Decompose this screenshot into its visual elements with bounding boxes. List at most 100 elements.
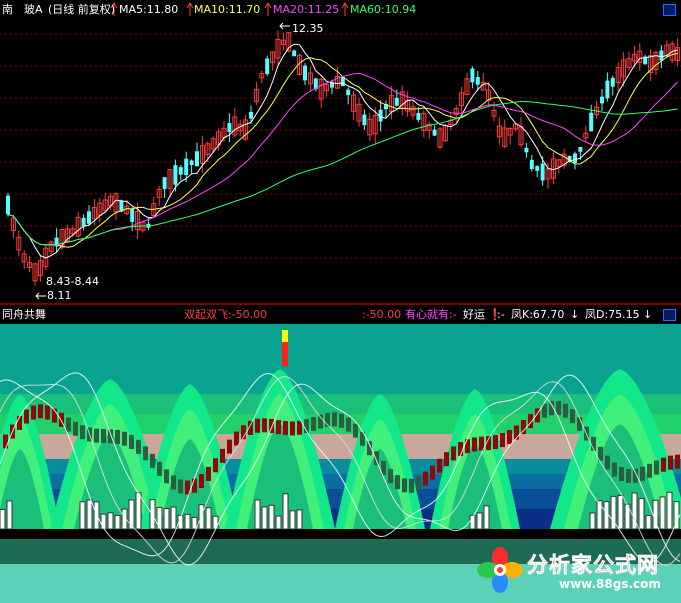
candle-down	[524, 147, 529, 153]
indicator-expand-icon[interactable]	[663, 309, 676, 321]
indicator-bar	[444, 452, 449, 467]
indicator-bar	[493, 435, 498, 450]
indicator-box	[170, 506, 177, 530]
indicator-bar	[409, 478, 414, 493]
candle-down	[184, 158, 189, 176]
watermark-logo: 分析家公式网 www.88gs.com	[475, 545, 675, 597]
indicator-bar	[262, 418, 267, 433]
indicator-box	[268, 504, 275, 530]
indicator-box	[6, 500, 13, 530]
indicator-box	[296, 509, 303, 530]
signal-haoyun: 好运	[463, 308, 485, 321]
indicator-bar	[556, 401, 561, 416]
candle-down	[605, 80, 610, 99]
indicator-band	[0, 324, 681, 394]
indicator-box	[638, 497, 645, 530]
indicator-bar	[332, 412, 337, 427]
indicator-bar	[570, 409, 575, 424]
ma20-label: MA20:11.25	[273, 3, 340, 16]
indicator-box	[254, 499, 261, 530]
flower-icon	[477, 547, 523, 593]
signal-shuangqi: 双起双飞:-50.00	[184, 308, 268, 321]
indicator-bar	[297, 420, 302, 435]
indicator-bar	[465, 439, 470, 454]
indicator-box	[476, 512, 483, 530]
watermark-url: www.88gs.com	[559, 577, 661, 591]
indicator-bar	[108, 429, 113, 444]
candle-down	[416, 112, 421, 120]
price-header: 南 玻A (日线 前复权) MA5:11.80 MA10:11.70 MA20:…	[0, 0, 681, 19]
candle-down	[249, 112, 253, 119]
indicator-bar	[423, 471, 428, 486]
indicator-bar	[668, 455, 673, 470]
indicator-bar	[472, 437, 477, 452]
indicator-bar	[38, 404, 43, 419]
indicator-bar	[430, 465, 435, 480]
fd-label: 凤D:75.15	[585, 308, 640, 321]
candle-down	[573, 153, 577, 164]
candle-down	[189, 160, 194, 166]
indicator-bar	[101, 429, 106, 444]
expand-icon[interactable]	[663, 4, 676, 16]
indicator-bar	[339, 413, 344, 428]
indicator-bar	[24, 409, 29, 424]
indicator-box	[275, 515, 282, 530]
candle-down	[529, 159, 534, 170]
indicator-box	[212, 515, 219, 530]
indicator-bar	[605, 455, 610, 470]
candle-down	[173, 165, 178, 185]
indicator-box	[0, 509, 6, 530]
candle-down	[540, 163, 545, 181]
indicator-box	[596, 500, 603, 530]
indicator-bar	[227, 439, 232, 454]
indicator-box	[156, 506, 163, 530]
indicator-bar	[346, 417, 351, 432]
price-grid	[0, 33, 681, 259]
indicator-bar	[255, 418, 260, 433]
indicator-bar	[507, 429, 512, 444]
indicator-bar	[220, 448, 225, 463]
indicator-box	[617, 494, 624, 530]
indicator-box	[191, 516, 198, 530]
price-chart-pane[interactable]: 南 玻A (日线 前复权) MA5:11.80 MA10:11.70 MA20:…	[0, 0, 681, 303]
indicator-bar	[388, 469, 393, 484]
ma5-label: MA5:11.80	[119, 3, 179, 16]
indicator-bar	[640, 466, 645, 481]
candle-down	[130, 208, 135, 222]
candle-down	[362, 114, 367, 126]
indicator-box	[114, 514, 121, 530]
indicator-box	[163, 508, 170, 530]
candle-down	[589, 112, 594, 132]
candle-down	[535, 166, 540, 171]
indicator-bar	[612, 462, 617, 477]
indicator-bar	[416, 476, 421, 491]
indicator-box	[289, 510, 296, 530]
candle-down	[659, 50, 664, 61]
indicator-box	[645, 514, 652, 530]
candle-down	[227, 123, 232, 133]
indicator-bar	[164, 469, 169, 484]
indicator-bar	[276, 420, 281, 435]
ma10-label: MA10:11.70	[194, 3, 261, 16]
candle-down	[178, 167, 183, 175]
indicator-bar	[353, 423, 358, 438]
indicator-bar	[451, 446, 456, 461]
indicator-bar	[3, 434, 8, 449]
signal-marker	[282, 330, 288, 342]
indicator-bar	[437, 458, 442, 473]
indicator-bar	[94, 428, 99, 443]
fd-arrow-icon: ↓	[643, 308, 653, 321]
signal-haoyun-value: :-	[497, 308, 505, 321]
fk-arrow-icon: ↓	[570, 308, 580, 321]
indicator-bar	[402, 478, 407, 493]
candle-down	[87, 211, 91, 224]
indicator-bar	[17, 415, 22, 430]
indicator-name: 同舟共舞	[2, 308, 46, 321]
indicator-bar	[500, 433, 505, 448]
candle-down	[340, 77, 345, 87]
candle-down	[475, 77, 480, 85]
indicator-box	[673, 501, 680, 530]
candlestick-chart[interactable]	[0, 0, 681, 303]
indicator-bar	[157, 461, 162, 476]
indicator-box	[659, 496, 666, 530]
